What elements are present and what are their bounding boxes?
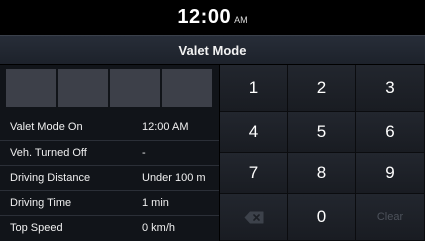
key-7[interactable]: 7 (220, 153, 288, 194)
key-6[interactable]: 6 (356, 112, 425, 153)
info-row-driving-distance: Driving Distance Under 100 m (0, 165, 219, 190)
pin-entry (6, 69, 212, 107)
info-label: Valet Mode On (10, 121, 83, 133)
backspace-key[interactable] (220, 194, 288, 241)
numeric-keypad: 1 2 3 4 5 6 7 8 9 0 Clear (220, 65, 425, 241)
status-bar: 12:00 AM (0, 0, 425, 34)
valet-info-panel: Valet Mode On 12:00 AM Veh. Turned Off -… (0, 65, 219, 241)
info-row-driving-time: Driving Time 1 min (0, 190, 219, 215)
info-label: Top Speed (10, 222, 63, 234)
key-9[interactable]: 9 (356, 153, 425, 194)
info-row-valet-mode-on: Valet Mode On 12:00 AM (0, 115, 219, 140)
key-0[interactable]: 0 (288, 194, 356, 241)
key-4[interactable]: 4 (220, 112, 288, 153)
key-2[interactable]: 2 (288, 65, 356, 112)
info-value: 12:00 AM (142, 121, 189, 133)
info-row-top-speed: Top Speed 0 km/h (0, 215, 219, 240)
info-value: 1 min (142, 197, 169, 209)
info-label: Driving Distance (10, 172, 91, 184)
pin-box-3 (110, 69, 160, 107)
info-label: Veh. Turned Off (10, 147, 87, 159)
key-3[interactable]: 3 (356, 65, 425, 112)
title-bar: Valet Mode (0, 35, 425, 64)
pin-box-1 (6, 69, 56, 107)
info-value: - (142, 147, 146, 159)
clock-ampm: AM (234, 15, 248, 25)
pin-box-4 (162, 69, 212, 107)
backspace-icon (244, 211, 263, 223)
info-row-veh-turned-off: Veh. Turned Off - (0, 140, 219, 165)
info-value: 0 km/h (142, 222, 176, 234)
key-5[interactable]: 5 (288, 112, 356, 153)
key-1[interactable]: 1 (220, 65, 288, 112)
pin-box-2 (58, 69, 108, 107)
key-8[interactable]: 8 (288, 153, 356, 194)
page-title: Valet Mode (178, 43, 247, 58)
info-label: Driving Time (10, 197, 72, 209)
clear-button[interactable]: Clear (356, 194, 425, 241)
info-value: Under 100 m (142, 172, 206, 184)
clock: 12:00 AM (0, 6, 425, 29)
clock-time: 12:00 (177, 6, 232, 28)
valet-info-table: Valet Mode On 12:00 AM Veh. Turned Off -… (0, 115, 219, 240)
clear-label: Clear (376, 211, 404, 223)
